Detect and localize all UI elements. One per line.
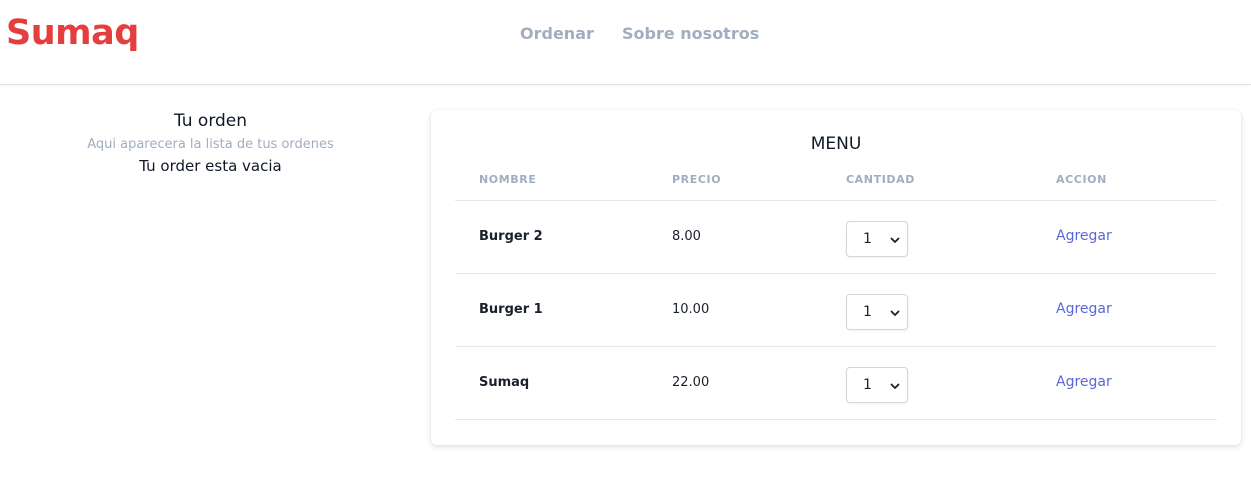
column-header-nombre: NOMBRE bbox=[479, 173, 537, 186]
nav-link-sobre-nosotros[interactable]: Sobre nosotros bbox=[622, 24, 759, 43]
column-header-accion: ACCION bbox=[1056, 173, 1107, 186]
quantity-value: 1 bbox=[863, 231, 872, 247]
menu-title: MENU bbox=[810, 134, 862, 154]
quantity-value: 1 bbox=[863, 377, 872, 393]
item-price: 22.00 bbox=[672, 375, 710, 390]
table-row: Burger 1 10.00 1 Agregar bbox=[455, 274, 1217, 347]
item-name: Burger 1 bbox=[479, 302, 543, 317]
quantity-select[interactable]: 1 bbox=[846, 221, 908, 257]
order-panel: Tu orden Aqui aparecera la lista de tus … bbox=[0, 110, 421, 176]
chevron-down-icon bbox=[890, 310, 900, 316]
brand-logo[interactable]: Sumaq bbox=[6, 13, 139, 53]
top-navbar: Sumaq Ordenar Sobre nosotros bbox=[0, 0, 1251, 85]
chevron-down-icon bbox=[890, 383, 900, 389]
quantity-value: 1 bbox=[863, 304, 872, 320]
nav-link-ordenar[interactable]: Ordenar bbox=[520, 24, 594, 43]
order-title: Tu orden bbox=[173, 111, 248, 131]
quantity-select[interactable]: 1 bbox=[846, 367, 908, 403]
menu-card: MENU NOMBRE PRECIO CANTIDAD ACCION Burge… bbox=[431, 110, 1241, 445]
item-name: Sumaq bbox=[479, 375, 530, 390]
chevron-down-icon bbox=[890, 237, 900, 243]
agregar-link[interactable]: Agregar bbox=[1056, 374, 1112, 390]
order-empty-message: Tu order esta vacia bbox=[139, 157, 282, 175]
item-price: 8.00 bbox=[672, 229, 701, 244]
column-header-precio: PRECIO bbox=[672, 173, 722, 186]
order-subtitle: Aqui aparecera la lista de tus ordenes bbox=[87, 137, 334, 152]
table-row: Sumaq 22.00 1 Agregar bbox=[455, 347, 1217, 420]
agregar-link[interactable]: Agregar bbox=[1056, 228, 1112, 244]
agregar-link[interactable]: Agregar bbox=[1056, 301, 1112, 317]
column-header-cantidad: CANTIDAD bbox=[846, 173, 915, 186]
table-row: Burger 2 8.00 1 Agregar bbox=[455, 201, 1217, 274]
quantity-select[interactable]: 1 bbox=[846, 294, 908, 330]
item-price: 10.00 bbox=[672, 302, 710, 317]
row-divider bbox=[455, 419, 1217, 420]
item-name: Burger 2 bbox=[479, 229, 543, 244]
